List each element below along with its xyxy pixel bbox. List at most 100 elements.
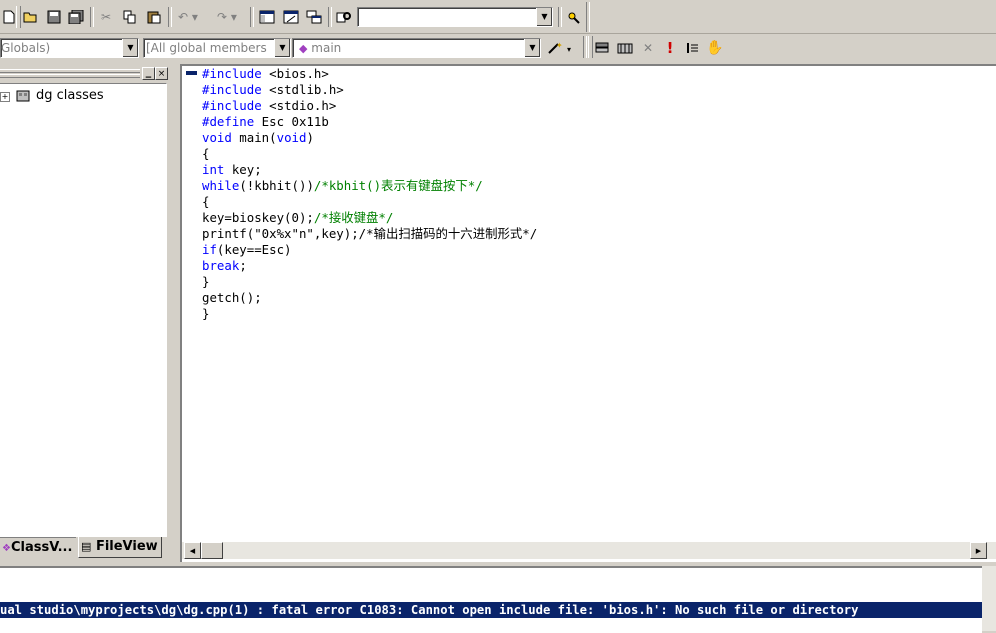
build-icon[interactable]	[616, 39, 634, 57]
svg-text:✦: ✦	[556, 41, 563, 50]
code-line[interactable]: }	[202, 274, 982, 290]
scroll-thumb[interactable]	[201, 542, 223, 559]
code-line[interactable]: if(key==Esc)	[202, 242, 982, 258]
cut-icon[interactable]: ✂	[97, 8, 115, 26]
pane-splitter[interactable]	[170, 62, 180, 560]
classes-folder-icon	[16, 89, 32, 106]
code-line[interactable]: {	[202, 194, 982, 210]
scroll-right-icon[interactable]: ▶	[970, 542, 987, 559]
code-line[interactable]: #define Esc 0x11b	[202, 114, 982, 130]
toolbar-grip[interactable]	[16, 6, 21, 28]
code-line[interactable]: break;	[202, 258, 982, 274]
function-combo[interactable]: ◆ main ▼	[292, 38, 541, 58]
standard-toolbar: ✂ ↶ ▾ ↷ ▾ ▼	[0, 0, 996, 34]
toolbar-separator	[558, 7, 562, 27]
function-diamond-icon: ◆	[299, 42, 308, 55]
output-window-icon[interactable]	[282, 8, 300, 26]
keyword-token: void	[202, 130, 232, 145]
class-view-icon: ❖	[2, 543, 11, 554]
keyword-token: int	[202, 162, 225, 177]
go-icon[interactable]	[684, 39, 702, 57]
wizard-icon[interactable]: ✦ ▾	[546, 39, 576, 57]
code-token: getch();	[202, 290, 262, 305]
toolbar-separator	[583, 36, 587, 58]
find-in-files-icon[interactable]	[335, 8, 353, 26]
workspace-tabs: ❖ClassV... ▤ FileView	[0, 537, 170, 559]
file-view-icon: ▤	[81, 540, 92, 553]
open-icon[interactable]	[22, 8, 40, 26]
chevron-down-icon[interactable]: ▼	[122, 39, 138, 57]
chevron-down-icon[interactable]: ▼	[536, 8, 552, 26]
class-tree[interactable]: + dg classes	[0, 83, 167, 537]
execute-icon[interactable]: !	[661, 39, 679, 57]
tab-fileview[interactable]: ▤ FileView	[78, 537, 162, 558]
members-combo-value: [All global members	[146, 41, 267, 55]
keyword-token: while	[202, 178, 240, 193]
save-all-icon[interactable]	[67, 8, 85, 26]
function-combo-value: main	[311, 41, 342, 55]
chevron-down-icon[interactable]: ▼	[274, 39, 290, 57]
code-token: key=bioskey(0);	[202, 210, 314, 225]
code-token: printf("0x%x"n",key);/*输出扫描码的十六进制形式*/	[202, 226, 538, 241]
code-line[interactable]: int key;	[202, 162, 982, 178]
code-token: key;	[224, 162, 262, 177]
code-token: Esc 0x11b	[254, 114, 329, 129]
code-line[interactable]: #include <bios.h>	[202, 66, 982, 82]
code-token: <bios.h>	[261, 66, 329, 81]
scroll-left-icon[interactable]: ◀	[184, 542, 201, 559]
close-pane-icon[interactable]: ×	[155, 67, 168, 80]
code-line[interactable]: getch();	[202, 290, 982, 306]
code-line[interactable]: while(!kbhit())/*kbhit()表示有键盘按下*/	[202, 178, 982, 194]
code-line[interactable]: void main(void)	[202, 130, 982, 146]
workspace-icon[interactable]	[258, 8, 276, 26]
horizontal-scrollbar[interactable]: ◀ ▶	[182, 542, 996, 559]
stop-build-icon[interactable]: ✕	[639, 39, 657, 57]
output-vertical-scrollbar[interactable]	[982, 566, 996, 631]
bookmark-icon	[186, 71, 197, 75]
editor-margin[interactable]	[182, 66, 200, 542]
find-icon[interactable]	[565, 8, 583, 26]
code-editor[interactable]: #include <bios.h> #include <stdlib.h> #inc…	[180, 64, 996, 562]
keyword-token: #include	[202, 98, 262, 113]
toolbar-separator	[586, 2, 590, 32]
find-combo[interactable]: ▼	[357, 7, 553, 27]
toolbar-separator	[328, 7, 332, 27]
scope-combo[interactable]: Globals) ▼	[0, 38, 139, 58]
output-window[interactable]: ual studio\myprojects\dg\dg.cpp(1) : fat…	[0, 566, 982, 633]
code-line[interactable]: key=bioskey(0);/*接收键盘*/	[202, 210, 982, 226]
code-line[interactable]: printf("0x%x"n",key);/*输出扫描码的十六进制形式*/	[202, 226, 982, 242]
toolbar-separator	[168, 7, 172, 27]
tab-classview[interactable]: ❖ClassV...	[0, 537, 76, 558]
workspace-pane: ▁ × + dg classes ❖ClassV... ▤ FileView	[0, 65, 170, 560]
window-list-icon[interactable]	[305, 8, 323, 26]
pane-grip[interactable]	[0, 69, 140, 73]
code-token: }	[202, 274, 210, 289]
code-token: ;	[239, 258, 247, 273]
code-text[interactable]: #include <bios.h> #include <stdlib.h> #inc…	[202, 66, 982, 322]
error-message[interactable]: ual studio\myprojects\dg\dg.cpp(1) : fat…	[0, 602, 982, 618]
svg-text:▾: ▾	[567, 45, 571, 54]
compile-icon[interactable]	[593, 39, 611, 57]
members-combo[interactable]: [All global members ▼	[143, 38, 291, 58]
breakpoint-icon[interactable]: ✋	[706, 39, 724, 57]
code-token: {	[202, 146, 210, 161]
code-line[interactable]: {	[202, 146, 982, 162]
pane-grip[interactable]	[0, 74, 140, 78]
code-token: (!kbhit())	[239, 178, 314, 193]
minimize-pane-icon[interactable]: ▁	[142, 67, 155, 80]
code-line[interactable]: #include <stdlib.h>	[202, 82, 982, 98]
save-icon[interactable]	[45, 8, 63, 26]
keyword-token: #include	[202, 82, 262, 97]
code-token: )	[306, 130, 314, 145]
redo-icon[interactable]: ↷ ▾	[212, 8, 242, 26]
toolbar-separator	[90, 7, 94, 27]
tree-root-label[interactable]: dg classes	[36, 88, 104, 103]
undo-icon[interactable]: ↶ ▾	[174, 8, 202, 26]
code-line[interactable]: }	[202, 306, 982, 322]
paste-icon[interactable]	[145, 8, 163, 26]
code-line[interactable]: #include <stdio.h>	[202, 98, 982, 114]
expand-icon[interactable]: +	[0, 92, 10, 102]
copy-icon[interactable]	[121, 8, 139, 26]
keyword-token: if	[202, 242, 217, 257]
chevron-down-icon[interactable]: ▼	[524, 39, 540, 57]
